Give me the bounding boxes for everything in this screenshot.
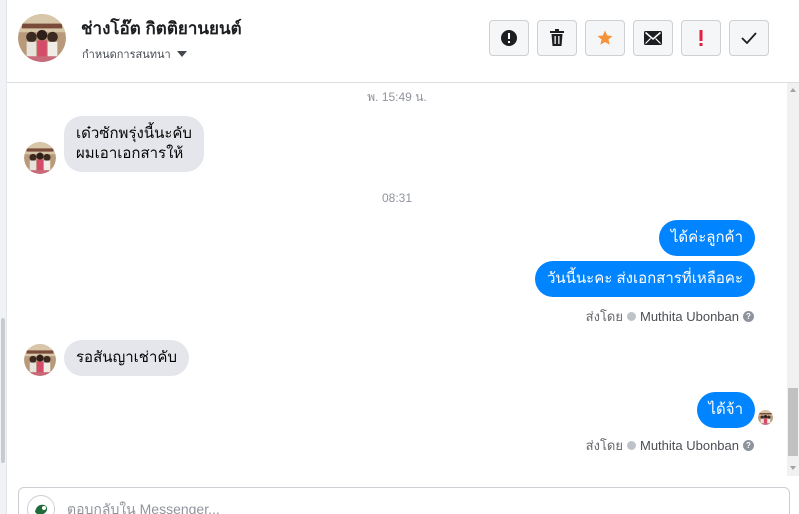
sender-name[interactable]: Muthita Ubonban	[640, 309, 739, 324]
contact-avatar-small[interactable]	[24, 142, 56, 174]
caret-down-icon	[176, 51, 187, 57]
message-thread: พ. 15:49 น. เด๋วซักพรุ่งนี้นะคับ ผมเอาเอ…	[7, 83, 787, 476]
sent-by-info: ส่งโดย Muthita Ubonban ?	[586, 435, 754, 456]
message-line: เด๋วซักพรุ่งนี้นะคับ	[76, 125, 192, 142]
incoming-message[interactable]: เด๋วซักพรุ่งนี้นะคับ ผมเอาเอกสารให้	[64, 116, 204, 172]
sent-by-info: ส่งโดย Muthita Ubonban ?	[586, 306, 754, 327]
envelope-icon	[644, 31, 662, 45]
reply-composer	[18, 487, 790, 514]
sent-check-icon	[626, 441, 636, 450]
message-line: ผมเอาเอกสารให้	[76, 145, 184, 162]
alert-circle-icon	[501, 30, 517, 46]
mark-unread-button[interactable]	[633, 20, 673, 56]
left-scrollbar-thumb[interactable]	[1, 318, 5, 463]
seen-avatar	[758, 410, 773, 425]
sent-by-label: ส่งโดย	[585, 309, 623, 324]
conversation-actions	[489, 20, 769, 56]
contact-avatar-small[interactable]	[24, 344, 56, 376]
timestamp-divider: 08:31	[381, 191, 413, 205]
help-icon[interactable]: ?	[743, 311, 754, 322]
trash-icon	[550, 29, 564, 46]
sent-check-icon	[626, 312, 636, 321]
sent-by-label: ส่งโดย	[585, 438, 623, 453]
spam-button[interactable]	[489, 20, 529, 56]
reply-input[interactable]	[67, 501, 667, 514]
left-panel-edge	[0, 0, 7, 514]
scroll-down-arrow-icon[interactable]	[790, 466, 796, 470]
outgoing-message[interactable]: วันนี้นะคะ ส่งเอกสารที่เหลือคะ	[534, 261, 755, 297]
mark-done-button[interactable]	[729, 20, 769, 56]
important-button[interactable]	[681, 20, 721, 56]
conversation-label-text: กำหนดการสนทนา	[82, 49, 171, 61]
outgoing-message[interactable]: ได้จ้า	[696, 392, 755, 428]
sender-name[interactable]: Muthita Ubonban	[640, 438, 739, 453]
chat-scrollbar[interactable]	[787, 83, 799, 476]
page-avatar-icon	[27, 495, 55, 514]
contact-name[interactable]: ช่างโอ๊ต กิตติยานยนต์	[81, 15, 242, 42]
chat-scrollbar-thumb[interactable]	[788, 388, 798, 456]
star-button[interactable]	[585, 20, 625, 56]
contact-avatar[interactable]	[18, 14, 66, 62]
scroll-up-arrow-icon[interactable]	[790, 88, 796, 92]
check-icon	[741, 32, 757, 44]
star-icon	[597, 30, 613, 45]
delete-button[interactable]	[537, 20, 577, 56]
incoming-message[interactable]: รอสันญาเช่าคับ	[64, 340, 189, 376]
help-icon[interactable]: ?	[743, 440, 754, 451]
conversation-label-dropdown[interactable]: กำหนดการสนทนา	[82, 45, 187, 63]
exclamation-icon	[699, 30, 703, 46]
outgoing-message[interactable]: ได้ค่ะลูกค้า	[658, 220, 755, 256]
conversation-header: ช่างโอ๊ต กิตติยานยนต์ กำหนดการสนทนา	[7, 0, 799, 83]
timestamp-divider: พ. 15:49 น.	[367, 90, 427, 104]
